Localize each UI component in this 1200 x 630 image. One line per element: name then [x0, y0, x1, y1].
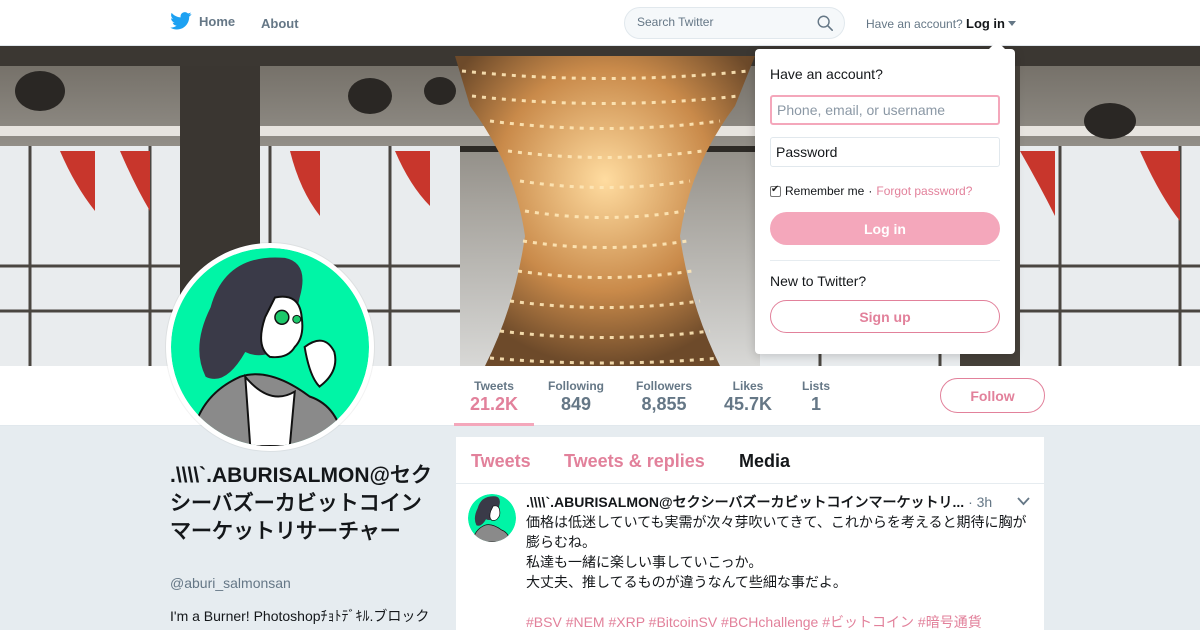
stat-value: 45.7K [724, 394, 773, 414]
login-dropdown-toggle[interactable]: Log in [966, 16, 1016, 31]
follow-button[interactable]: Follow [940, 378, 1045, 413]
tweet-hashtags[interactable]: #BSV #NEM #XRP #BitcoinSV #BCHchallenge … [526, 612, 982, 630]
search-icon[interactable] [816, 14, 834, 32]
stat-label: Lists [802, 379, 831, 393]
remember-row: Remember me · Forgot password? [770, 184, 972, 198]
stat-label: Following [548, 379, 604, 393]
separator-dot: · [868, 184, 873, 198]
avatar-illustration [171, 248, 369, 446]
chevron-down-icon [1008, 21, 1016, 26]
search-box [624, 7, 845, 39]
stat-label: Tweets [474, 379, 514, 393]
stat-likes[interactable]: Likes 45.7K [724, 379, 772, 415]
login-button[interactable]: Log in [770, 212, 1000, 245]
nav-home-link[interactable]: Home [170, 12, 235, 30]
top-nav-bar: Home About Have an account? Log in [0, 0, 1200, 46]
nav-home-label: Home [199, 13, 236, 29]
stat-value: 1 [811, 394, 822, 414]
nav-about-link[interactable]: About [261, 16, 299, 31]
tweet-line: 私達も一緒に楽しい事していこっか。 [526, 554, 763, 570]
login-dropdown: Have an account? Remember me · Forgot pa… [755, 41, 1015, 354]
stat-label: Likes [732, 379, 764, 393]
signup-button[interactable]: Sign up [770, 300, 1000, 333]
stat-tweets[interactable]: Tweets 21.2K [453, 379, 535, 426]
tweet-text: 価格は低迷していても実需が次々芽吹いてきて、これからを考えると期待に胸が膨らむね… [526, 512, 1034, 592]
login-dropdown-heading: Have an account? [770, 66, 883, 82]
profile-handle[interactable]: @aburi_salmonsan [170, 575, 291, 591]
search-input[interactable] [637, 15, 807, 29]
tweet-item[interactable]: .\\\\`.ABURISALMON@セクシーバズーカビットコインマーケットリ.… [456, 484, 1044, 630]
tweet-timestamp[interactable]: · 3h [968, 494, 992, 510]
tweet-avatar-image [468, 494, 516, 542]
remember-me-checkbox[interactable] [770, 184, 781, 197]
remember-me-label[interactable]: Remember me [785, 184, 864, 198]
tweet-header: .\\\\`.ABURISALMON@セクシーバズーカビットコインマーケットリ.… [526, 492, 992, 512]
stat-label: Followers [636, 379, 693, 393]
stat-following[interactable]: Following 849 [548, 379, 604, 415]
tweet-line: 価格は低迷していても実需が次々芽吹いてきて、これからを考えると期待に胸が膨らむね… [526, 514, 1027, 550]
stat-lists[interactable]: Lists 1 [802, 379, 830, 415]
stat-value: 849 [560, 394, 592, 414]
stat-value: 21.2K [470, 394, 519, 414]
timeline-tabs: Tweets Tweets & replies Media [456, 437, 1044, 484]
stat-value: 8,855 [641, 394, 687, 414]
have-account-text: Have an account? [866, 17, 963, 31]
tab-media[interactable]: Media [739, 451, 790, 472]
chevron-down-icon[interactable] [1017, 497, 1030, 506]
login-toggle-label: Log in [966, 16, 1005, 31]
profile-avatar[interactable] [166, 243, 374, 451]
profile-bio: I'm a Burner! Photoshopﾁｮﾄﾃﾞｷﾙ.ブロック [170, 608, 430, 624]
tab-tweets[interactable]: Tweets [471, 451, 531, 472]
forgot-password-link[interactable]: Forgot password? [876, 184, 972, 198]
tweet-line: 大丈夫、推してるものが違うなんて些細な事だよ。 [526, 574, 847, 590]
stat-followers[interactable]: Followers 8,855 [636, 379, 692, 415]
profile-name[interactable]: .\\\\`.ABURISALMON@セクシーバズーカビットコインマーケットリサ… [170, 462, 432, 546]
tweet-author-name[interactable]: .\\\\`.ABURISALMON@セクシーバズーカビットコインマーケットリ.… [526, 494, 964, 510]
tab-tweets-replies[interactable]: Tweets & replies [564, 451, 705, 472]
username-field[interactable] [770, 95, 1000, 125]
tweet-avatar[interactable] [468, 494, 516, 542]
password-field[interactable] [770, 137, 1000, 167]
divider [770, 260, 1000, 261]
twitter-bird-icon [170, 12, 192, 30]
new-to-twitter-text: New to Twitter? [770, 273, 867, 289]
timeline: Tweets Tweets & replies Media .\\\\`.ABU… [456, 437, 1044, 630]
